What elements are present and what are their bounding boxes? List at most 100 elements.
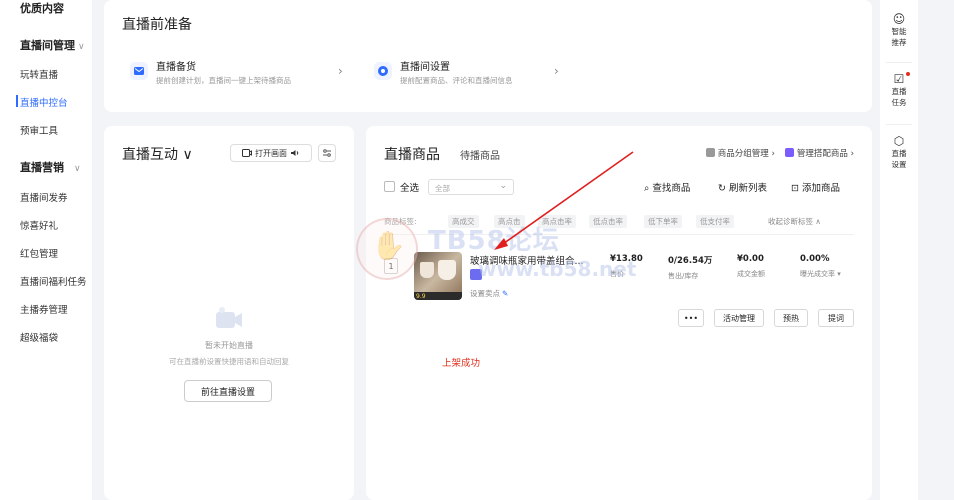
robot-icon: ☺	[892, 12, 906, 26]
speaker-icon	[291, 150, 299, 156]
rail-live-tasks[interactable]: ☑ 直播 任务	[880, 72, 918, 108]
empty-state-title: 暂未开始直播	[205, 341, 253, 350]
metric-label: 售出/库存	[668, 272, 699, 280]
sidebar-item-lucky-bag[interactable]: 超级福袋	[20, 330, 58, 344]
card-title: 直播间设置	[400, 62, 450, 73]
card-title: 直播备货	[156, 62, 196, 73]
watermark-url: www.tb58.net	[478, 257, 637, 281]
bundle-icon	[784, 148, 794, 157]
sidebar-group-label: 直播营销	[20, 161, 64, 174]
rail-label: 设置	[891, 160, 907, 169]
add-label: 添加商品	[801, 183, 840, 194]
tag-low-order-rate[interactable]: 低下单率	[644, 215, 682, 228]
select-all-label: 全选	[400, 183, 420, 194]
chevron-down-icon: ∨	[74, 164, 81, 174]
rail-label: 推荐	[891, 38, 907, 47]
goto-live-settings-button[interactable]: 前往直播设置	[184, 380, 272, 402]
panel-title: 直播商品	[384, 147, 440, 163]
metric-value: 0/26.54万	[668, 256, 713, 266]
rail-label: 任务	[891, 98, 907, 107]
sidebar-item-live-console[interactable]: 直播中控台	[20, 95, 68, 109]
refresh-icon: ↻	[718, 183, 729, 194]
room-settings-card[interactable]: 直播间设置 提前配置商品、评论和直播间信息 ›	[374, 58, 566, 88]
rail-smart-recommend[interactable]: ☺ 智能 推荐	[880, 12, 918, 48]
sidebar-group-label: 直播间管理	[20, 39, 75, 52]
product-thumbnail[interactable]: 9.9	[414, 252, 462, 300]
panel-title: 直播前准备	[122, 17, 192, 33]
gear-icon	[374, 62, 392, 80]
select-all-checkbox[interactable]	[384, 181, 395, 192]
live-interaction-panel: 直播互动 ∨ 打开画面 暂未开始直播 可在直播前设置快捷用语和自动回复 前往直播…	[104, 126, 354, 500]
sidebar-item-quality-content[interactable]: 优质内容	[20, 0, 64, 16]
sidebar-group-live-room-mgmt[interactable]: 直播间管理 ∨	[20, 37, 85, 53]
divider	[886, 124, 912, 125]
task-icon: ☑	[893, 72, 905, 86]
select-value: 全部	[435, 184, 450, 193]
filter-settings-icon[interactable]	[318, 144, 336, 162]
sidebar-item-welfare-task[interactable]: 直播间福利任务	[20, 274, 87, 288]
product-toolbar: 全选 全部 ⌄ ⌕ 查找商品 ↻ 刷新列表 ⊡ 添加商品	[384, 179, 854, 195]
tag-low-ctr[interactable]: 低点击率	[589, 215, 627, 228]
watermark-text: TB58论坛	[428, 226, 560, 256]
metric-label[interactable]: 曝光成交率 ▾	[800, 269, 841, 279]
notification-dot	[906, 72, 910, 76]
rail-label: 直播	[891, 87, 907, 96]
sidebar-item-play-live[interactable]: 玩转直播	[20, 67, 58, 81]
refresh-label: 刷新列表	[728, 183, 767, 194]
rail-label: 智能	[891, 27, 907, 36]
interaction-title-dropdown[interactable]: 直播互动 ∨	[122, 144, 193, 164]
edit-icon: ✎	[502, 289, 509, 298]
sidebar-item-anchor-coupon[interactable]: 主播券管理	[20, 302, 68, 316]
group-filter-select[interactable]: 全部 ⌄	[428, 179, 514, 195]
sidebar-item-surprise-gift[interactable]: 惊喜好礼	[20, 218, 58, 232]
sidebar-item-coupons[interactable]: 直播间发券	[20, 190, 68, 204]
chevron-down-icon: ⌄	[499, 181, 507, 191]
bundle-manage-link[interactable]: 管理搭配商品 ›	[784, 147, 854, 159]
camera-empty-icon	[214, 306, 244, 332]
add-products-button[interactable]: ⊡ 添加商品	[791, 180, 840, 194]
success-message: 上架成功	[442, 358, 481, 369]
activity-manage-button[interactable]: 活动管理	[714, 309, 764, 327]
refresh-list-button[interactable]: ↻ 刷新列表	[718, 180, 767, 194]
metric-label: 成交金额	[737, 270, 765, 278]
more-actions-button[interactable]: •••	[678, 309, 704, 327]
chevron-right-icon: ›	[554, 64, 559, 78]
card-desc: 提前配置商品、评论和直播间信息	[400, 76, 513, 85]
settings-icon: ⬡	[893, 134, 905, 148]
metric-value: ¥0.00	[737, 254, 764, 264]
bundle-manage-label: 管理搭配商品 ›	[796, 149, 854, 159]
tag-low-pay-rate[interactable]: 低支付率	[696, 215, 734, 228]
set-sell-point-link[interactable]: 设置卖点 ✎	[470, 288, 508, 299]
search-products-button[interactable]: ⌕ 查找商品	[644, 180, 690, 194]
sidebar-group-live-marketing[interactable]: 直播营销 ∨	[20, 159, 81, 175]
metric-conversion: 0.00% 曝光成交率 ▾	[800, 254, 841, 279]
rail-live-settings[interactable]: ⬡ 直播 设置	[880, 134, 918, 170]
empty-state-desc: 可在直播前设置快捷用语和自动回复	[169, 357, 289, 366]
thumb-price: 9.9	[416, 293, 426, 300]
folder-icon	[705, 148, 715, 157]
search-label: 查找商品	[652, 183, 691, 194]
card-desc: 提前创建计划，直播间一键上架待播商品	[156, 76, 291, 85]
right-tool-rail: ☺ 智能 推荐 ☑ 直播 任务 ⬡ 直播 设置	[880, 0, 918, 500]
open-screen-button[interactable]: 打开画面	[230, 144, 312, 162]
product-links: 商品分组管理 › 管理搭配商品 ›	[705, 147, 854, 159]
metric-value: 0.00%	[800, 254, 830, 264]
mail-icon	[130, 62, 148, 80]
metric-stock: 0/26.54万 售出/库存	[668, 254, 712, 281]
pre-live-panel: 直播前准备 直播备货 提前创建计划，直播间一键上架待播商品 › 直播间设置 提前…	[104, 0, 872, 112]
preheat-button[interactable]: 预热	[774, 309, 808, 327]
chevron-down-icon: ∨	[78, 42, 85, 52]
sidebar-item-red-packet[interactable]: 红包管理	[20, 246, 58, 260]
hand-icon: ✋	[371, 229, 406, 262]
open-screen-label: 打开画面	[255, 148, 287, 158]
sidebar-item-pre-review[interactable]: 预审工具	[20, 123, 58, 137]
stock-prep-card[interactable]: 直播备货 提前创建计划，直播间一键上架待播商品 ›	[130, 58, 352, 88]
explain-button[interactable]: 提词	[818, 309, 854, 327]
collapse-tags-toggle[interactable]: 收起诊断标签 ∧	[768, 216, 821, 227]
tab-pending-products[interactable]: 待播商品	[460, 147, 500, 162]
group-manage-link[interactable]: 商品分组管理 ›	[705, 147, 775, 159]
metric-amount: ¥0.00 成交金额	[737, 254, 765, 279]
group-manage-label: 商品分组管理 ›	[717, 149, 775, 159]
left-sidebar: 优质内容 直播间管理 ∨ 玩转直播 直播中控台 预审工具 直播营销 ∨ 直播间发券 …	[0, 0, 92, 500]
video-icon	[242, 149, 252, 157]
